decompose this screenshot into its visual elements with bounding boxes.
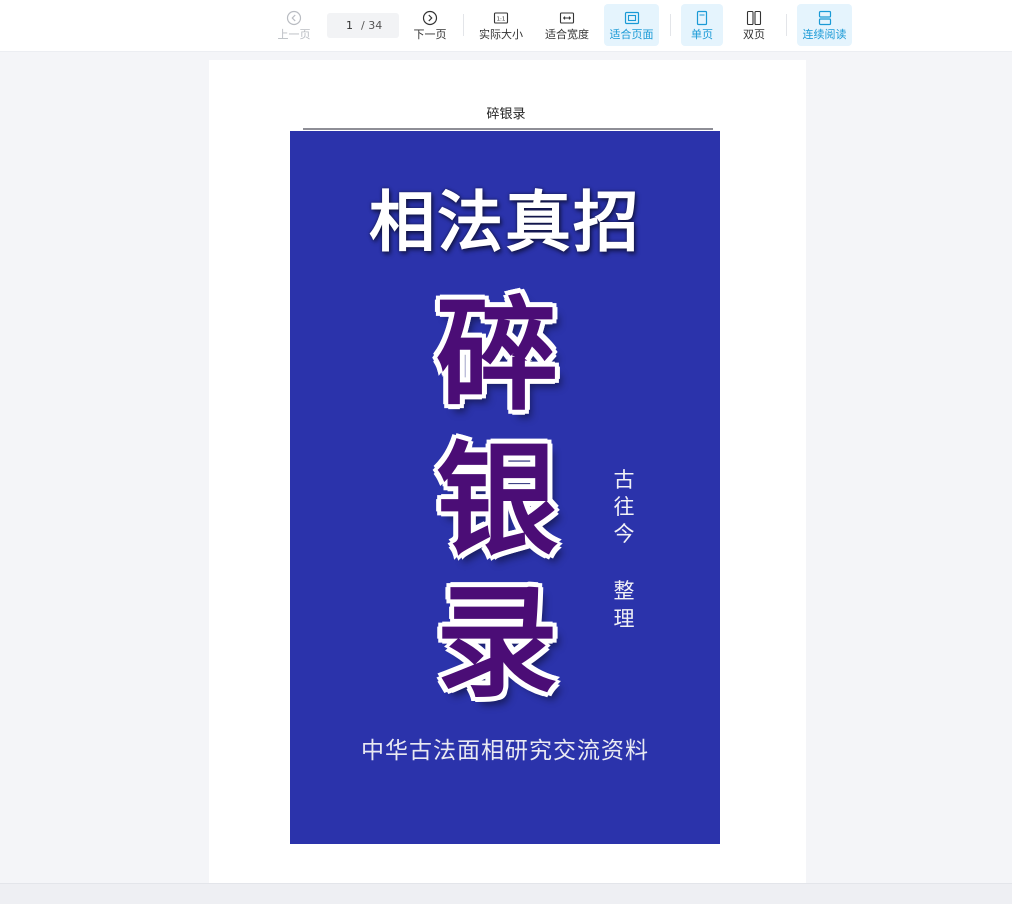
actual-size-label: 实际大小 — [479, 28, 523, 41]
prev-page-button[interactable]: 上一页 — [271, 4, 317, 46]
fit-page-label: 适合页面 — [609, 28, 654, 41]
author-char: 往 — [613, 495, 635, 519]
single-page-button[interactable]: 单页 — [681, 4, 723, 46]
header-rule — [303, 128, 713, 130]
fit-width-button[interactable]: 适合宽度 — [539, 4, 595, 46]
author-char: 今 — [613, 522, 635, 546]
page-total: / 34 — [361, 19, 383, 32]
next-page-button[interactable]: 下一页 — [407, 4, 453, 46]
cover-footer: 中华古法面相研究交流资料 — [361, 738, 649, 764]
actual-size-icon: 1:1 — [493, 12, 509, 24]
single-page-label: 单页 — [691, 28, 713, 41]
double-page-icon — [746, 10, 762, 26]
cover-title-char: 录 — [435, 572, 560, 714]
double-page-button[interactable]: 双页 — [733, 4, 775, 46]
page-number-box[interactable]: 1 / 34 — [327, 13, 399, 38]
double-page-label: 双页 — [743, 28, 765, 41]
cover-subtitle: 相法真招 — [369, 184, 641, 261]
author-char: 理 — [613, 607, 635, 631]
page-number-input[interactable]: 1 — [327, 19, 361, 32]
bottom-status-strip — [0, 883, 1012, 904]
prev-page-label: 上一页 — [277, 28, 311, 41]
toolbar-divider — [786, 14, 787, 36]
fit-page-button[interactable]: 适合页面 — [604, 4, 659, 46]
toolbar-divider — [670, 14, 671, 36]
author-char: 整 — [613, 579, 635, 603]
running-header: 碎银录 — [486, 107, 526, 122]
continuous-read-label: 连续阅读 — [802, 28, 847, 41]
svg-text:1:1: 1:1 — [497, 16, 506, 22]
cover-title-char: 银 — [435, 430, 560, 572]
book-cover: 相法真招 碎 银 录 古 往 今 整 理 中华古法面相研究交流资料 — [290, 131, 720, 844]
fit-width-label: 适合宽度 — [545, 28, 589, 41]
continuous-scroll-icon — [818, 10, 831, 26]
viewer-toolbar: 上一页 1 / 34 下一页 1:1 实际大小 适合宽度 适合页面 单页 双页 … — [0, 0, 1012, 52]
actual-size-button[interactable]: 1:1 实际大小 — [474, 4, 528, 46]
author-char: 古 — [613, 468, 635, 492]
chevron-left-circle-icon — [286, 10, 302, 26]
chevron-right-circle-icon — [422, 10, 438, 26]
single-page-icon — [696, 10, 708, 26]
toolbar-divider — [463, 14, 464, 36]
continuous-read-button[interactable]: 连续阅读 — [797, 4, 852, 46]
fit-page-icon — [624, 11, 639, 25]
cover-title-char: 碎 — [435, 285, 560, 427]
next-page-label: 下一页 — [413, 28, 447, 41]
fit-width-icon — [559, 12, 575, 24]
